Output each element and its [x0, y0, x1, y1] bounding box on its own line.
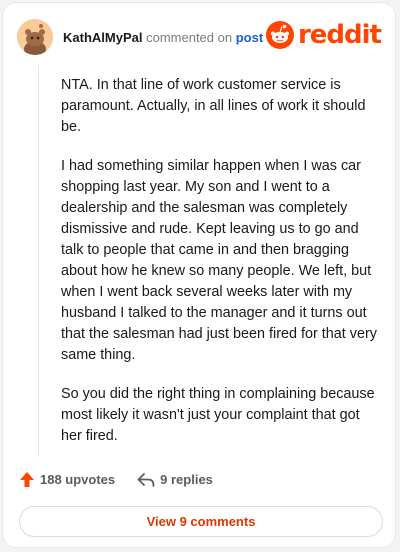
reddit-logo[interactable]: reddit	[265, 20, 382, 50]
snoo-avatar-icon	[17, 19, 53, 55]
reply-arrow-icon	[137, 472, 155, 487]
upvote-button[interactable]: 188 upvotes	[19, 471, 115, 488]
post-link[interactable]: post	[236, 30, 263, 45]
comment-paragraph: I had something similar happen when I wa…	[61, 158, 377, 363]
action-text: commented on	[146, 29, 233, 45]
view-comments-button[interactable]: View 9 comments	[19, 506, 383, 537]
comment-paragraph: So you did the right thing in complainin…	[61, 386, 375, 444]
reddit-snoo-icon	[265, 21, 294, 49]
comment-meta: KathAlMyPal commented on post	[63, 30, 263, 45]
username-link[interactable]: KathAlMyPal	[63, 30, 142, 45]
comment-actions: 188 upvotes 9 replies	[19, 471, 213, 488]
reddit-wordmark: reddit	[297, 20, 382, 50]
upvote-count: 188 upvotes	[40, 472, 116, 487]
comment-card: KathAlMyPal commented on post reddit NTA…	[2, 2, 396, 548]
comment-paragraph: NTA. In that line of work customer servi…	[61, 77, 366, 135]
thread-line	[38, 65, 39, 457]
upvote-arrow-icon	[20, 472, 34, 487]
replies-button[interactable]: 9 replies	[137, 472, 213, 488]
comment-header: KathAlMyPal commented on post reddit	[17, 17, 382, 57]
comment-body: NTA. In that line of work customer servi…	[61, 75, 383, 465]
avatar[interactable]	[17, 19, 53, 55]
replies-count: 9 replies	[160, 472, 213, 487]
